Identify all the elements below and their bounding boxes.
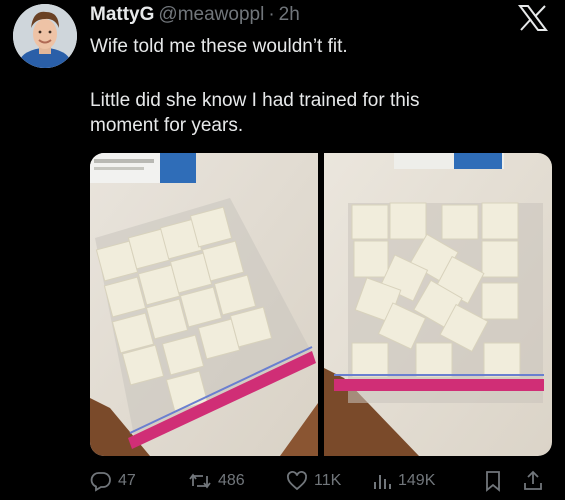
- user-handle[interactable]: @meawoppl: [158, 4, 264, 26]
- bookmark-button[interactable]: [483, 468, 503, 494]
- tweet-line-3: moment for years.: [90, 115, 244, 136]
- tweet-actions: 47 486 11K 149K: [90, 468, 552, 494]
- reply-icon: [90, 472, 111, 492]
- views-button[interactable]: 149K: [372, 468, 435, 494]
- profile-photo: [13, 4, 77, 68]
- media-photo-right[interactable]: [324, 153, 552, 456]
- view-count: 149K: [398, 472, 436, 489]
- media-photo-left[interactable]: [90, 153, 318, 456]
- bag-of-cubes-photo-icon: [324, 153, 552, 456]
- display-name[interactable]: MattyG: [90, 4, 154, 26]
- x-logo-icon[interactable]: [518, 4, 548, 32]
- reply-count: 47: [118, 472, 136, 489]
- tweet-line-2: Little did she know I had trained for th…: [90, 90, 420, 111]
- bag-of-cubes-photo-icon: [90, 153, 318, 456]
- like-count: 11K: [314, 472, 342, 489]
- tweet-media[interactable]: [90, 153, 552, 456]
- like-button[interactable]: 11K: [286, 468, 341, 494]
- tweet-line-1: Wife told me these wouldn’t fit.: [90, 36, 348, 57]
- views-chart-icon: [374, 475, 391, 489]
- repost-icon: [189, 473, 211, 489]
- bookmark-icon: [486, 471, 500, 492]
- separator-dot: ·: [268, 4, 275, 25]
- share-button[interactable]: [522, 468, 544, 494]
- tweet-text: Wife told me these wouldn’t fit. Little …: [90, 34, 530, 138]
- reply-button[interactable]: 47: [90, 468, 136, 494]
- repost-button[interactable]: 486: [188, 468, 245, 494]
- timestamp[interactable]: 2h: [279, 4, 300, 26]
- heart-icon: [287, 471, 307, 491]
- share-icon: [524, 470, 542, 490]
- tweet-header: MattyG @meawoppl · 2h: [90, 4, 300, 26]
- avatar[interactable]: [13, 4, 77, 68]
- repost-count: 486: [218, 472, 245, 489]
